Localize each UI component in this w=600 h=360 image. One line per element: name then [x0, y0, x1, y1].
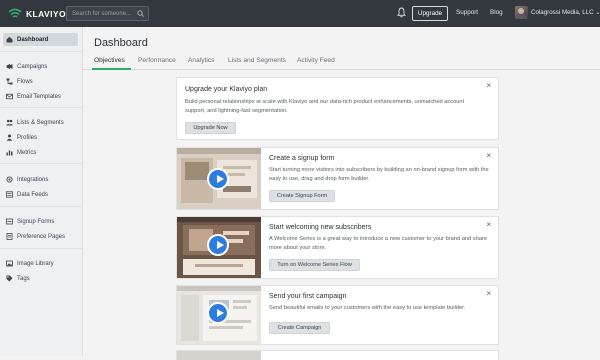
- brand-name: KLAVIYO: [26, 8, 66, 19]
- sidebar-item-label: Lists & Segments: [17, 119, 64, 126]
- card-description: A Welcome Series is a great way to intro…: [269, 236, 488, 251]
- support-link[interactable]: Support: [456, 9, 478, 16]
- card-description: Send beautiful emails to your customers …: [269, 305, 466, 311]
- sidebar: Dashboard Campaigns Flows Email Template…: [0, 27, 83, 356]
- klaviyo-logo[interactable]: KLAVIYO: [8, 7, 66, 20]
- sidebar-item-tags[interactable]: Tags: [3, 272, 78, 285]
- tab-lists-and-segments[interactable]: Lists and Segments: [228, 57, 286, 64]
- sidebar-item-label: Dashboard: [17, 36, 49, 43]
- search-placeholder: Search for someone...: [72, 10, 132, 17]
- upgrade-plan-card: Upgrade your Klaviyo plan Build personal…: [176, 77, 499, 140]
- image-library-icon: [6, 260, 13, 267]
- card-title: Start welcoming new subscribers: [269, 224, 372, 231]
- next-objective-card: [176, 350, 499, 360]
- play-icon[interactable]: [207, 302, 229, 324]
- welcome-series-card: Start welcoming new subscribers A Welcom…: [176, 216, 499, 279]
- tab-bar: Objectives Performance Analytics Lists a…: [83, 55, 600, 70]
- wifi-logo-icon: [8, 8, 22, 18]
- sidebar-item-data-feeds[interactable]: Data Feeds: [3, 188, 78, 201]
- sidebar-item-integrations[interactable]: Integrations: [3, 173, 78, 186]
- search-input[interactable]: Search for someone...: [66, 6, 149, 21]
- sidebar-item-campaigns[interactable]: Campaigns: [3, 60, 78, 73]
- top-navbar: KLAVIYO Search for someone... Upgrade Su…: [0, 0, 600, 27]
- card-title: Upgrade your Klaviyo plan: [185, 86, 268, 93]
- play-icon[interactable]: [207, 168, 229, 190]
- data-feeds-icon: [6, 191, 13, 198]
- tab-activity-feed[interactable]: Activity Feed: [297, 57, 335, 64]
- avatar[interactable]: [515, 6, 528, 19]
- email-templates-icon: [6, 93, 13, 100]
- bell-icon[interactable]: [397, 7, 406, 18]
- account-name: Colagrossi Media, LLC: [531, 9, 594, 16]
- close-icon[interactable]: ×: [486, 82, 491, 90]
- flows-icon: [6, 78, 13, 85]
- dashboard-icon: [6, 36, 13, 43]
- active-tab-indicator: [92, 68, 131, 70]
- tab-objectives[interactable]: Objectives: [94, 57, 125, 64]
- play-icon[interactable]: [207, 234, 229, 256]
- integrations-icon: [6, 176, 13, 183]
- card-description: Build personal relationships at scale wi…: [185, 99, 465, 114]
- tab-performance[interactable]: Performance: [138, 57, 176, 64]
- close-icon[interactable]: ×: [486, 290, 491, 298]
- sidebar-item-label: Image Library: [17, 260, 54, 267]
- sidebar-item-signup-forms[interactable]: Signup Forms: [3, 215, 78, 228]
- sidebar-item-label: Profiles: [17, 134, 38, 141]
- sidebar-item-metrics[interactable]: Metrics: [3, 146, 78, 159]
- sidebar-item-label: Integrations: [17, 176, 49, 183]
- sidebar-item-label: Email Templates: [17, 93, 61, 100]
- preference-pages-icon: [6, 233, 13, 240]
- sidebar-item-label: Flows: [17, 78, 33, 85]
- card-description: Start turning more visitors into subscri…: [269, 167, 489, 182]
- sidebar-item-dashboard[interactable]: Dashboard: [3, 33, 78, 46]
- first-campaign-card: Send your first campaign Send beautiful …: [176, 285, 499, 345]
- close-icon[interactable]: ×: [486, 152, 491, 160]
- sidebar-item-label: Tags: [17, 275, 30, 282]
- signup-form-card: Create a signup form Start turning more …: [176, 147, 499, 210]
- tags-icon: [6, 275, 13, 282]
- campaigns-icon: [6, 63, 13, 70]
- sidebar-item-label: Campaigns: [17, 63, 48, 70]
- lists-segments-icon: [6, 119, 13, 126]
- blog-link[interactable]: Blog: [490, 9, 503, 16]
- search-icon: [137, 10, 144, 17]
- sidebar-item-lists-segments[interactable]: Lists & Segments: [3, 116, 78, 129]
- sidebar-item-profiles[interactable]: Profiles: [3, 131, 78, 144]
- signup-forms-icon: [6, 218, 13, 225]
- campaign-video-thumbnail[interactable]: [177, 286, 261, 344]
- signup-form-video-thumbnail[interactable]: [177, 148, 261, 209]
- create-signup-form-button[interactable]: Create Signup Form: [269, 190, 335, 202]
- sidebar-item-label: Preference Pages: [17, 233, 66, 240]
- sidebar-item-flows[interactable]: Flows: [3, 75, 78, 88]
- sidebar-item-label: Data Feeds: [17, 191, 49, 198]
- upgrade-button[interactable]: Upgrade: [412, 6, 448, 21]
- sidebar-item-email-templates[interactable]: Email Templates: [3, 90, 78, 103]
- main-content: Dashboard Objectives Performance Analyti…: [83, 27, 600, 360]
- profiles-icon: [6, 134, 13, 141]
- chevron-down-icon: ⌄: [595, 9, 600, 16]
- turn-on-welcome-series-flow-button[interactable]: Turn on Welcome Series Flow: [269, 259, 360, 271]
- sidebar-item-label: Signup Forms: [17, 218, 55, 225]
- close-icon[interactable]: ×: [486, 221, 491, 229]
- metrics-icon: [6, 149, 13, 156]
- sidebar-item-preference-pages[interactable]: Preference Pages: [3, 230, 78, 243]
- create-campaign-button[interactable]: Create Campaign: [269, 322, 330, 334]
- sidebar-item-image-library[interactable]: Image Library: [3, 257, 78, 270]
- page-title: Dashboard: [94, 37, 148, 49]
- card-title: Send your first campaign: [269, 293, 347, 300]
- tab-analytics[interactable]: Analytics: [188, 57, 214, 64]
- upgrade-now-button[interactable]: Upgrade Now: [185, 122, 236, 134]
- sidebar-item-label: Metrics: [17, 149, 37, 156]
- account-menu[interactable]: Colagrossi Media, LLC ⌄: [531, 9, 600, 16]
- welcome-series-video-thumbnail[interactable]: [177, 217, 261, 278]
- card-title: Create a signup form: [269, 155, 335, 162]
